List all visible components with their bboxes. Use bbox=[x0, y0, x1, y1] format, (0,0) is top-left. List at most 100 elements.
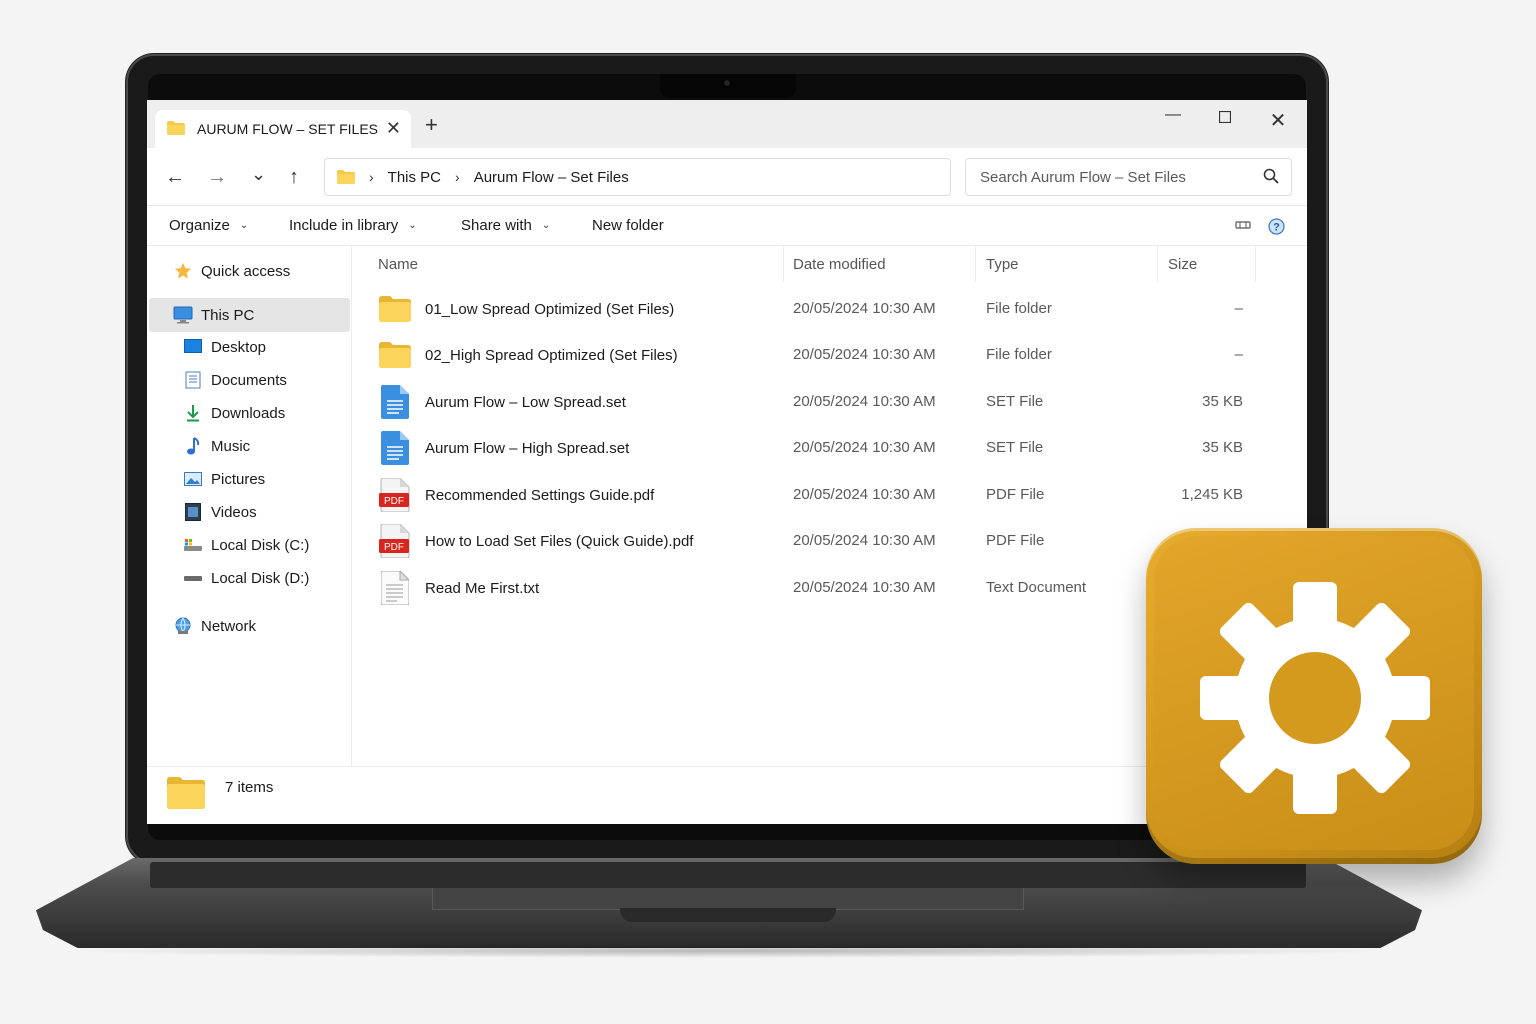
pdf-icon: PDF bbox=[379, 478, 411, 512]
folder-icon bbox=[379, 294, 411, 324]
recent-locations-button[interactable]: ⌄ bbox=[251, 164, 266, 185]
breadcrumb-current-folder[interactable]: Aurum Flow – Set Files bbox=[474, 169, 629, 186]
chevron-down-icon: ⌄ bbox=[541, 220, 551, 231]
sidebar-item-this-pc[interactable]: This PC bbox=[149, 298, 350, 332]
file-type: File folder bbox=[986, 346, 1052, 363]
file-date: 20/05/2024 10:30 AM bbox=[793, 486, 936, 503]
chevron-down-icon: ⌄ bbox=[239, 220, 249, 231]
address-bar[interactable]: › This PC › Aurum Flow – Set Files bbox=[324, 158, 951, 196]
forward-button[interactable]: → bbox=[207, 166, 227, 189]
close-window-button[interactable]: ✕ bbox=[1266, 108, 1290, 133]
column-divider[interactable] bbox=[975, 246, 976, 282]
table-row[interactable]: Aurum Flow – Low Spread.set 20/05/2024 1… bbox=[373, 379, 1283, 423]
sidebar-item-network[interactable]: Network bbox=[173, 611, 256, 641]
up-button[interactable]: ↑ bbox=[289, 166, 299, 189]
file-size: 1,245 KB bbox=[1181, 486, 1243, 503]
table-row[interactable]: Aurum Flow – High Spread.set 20/05/2024 … bbox=[373, 425, 1283, 469]
network-icon bbox=[173, 616, 193, 636]
column-divider[interactable] bbox=[1255, 246, 1256, 282]
laptop-opening-notch bbox=[620, 908, 836, 922]
minimize-button[interactable]: — bbox=[1161, 106, 1185, 124]
sidebar-item-local-disk-c[interactable]: Local Disk (C:) bbox=[183, 530, 309, 560]
table-row[interactable]: PDF How to Load Set Files (Quick Guide).… bbox=[373, 518, 1283, 562]
file-type: SET File bbox=[986, 393, 1044, 410]
sidebar-item-label: Videos bbox=[211, 503, 257, 521]
item-count: 7 items bbox=[225, 779, 274, 796]
sidebar-item-label: Documents bbox=[211, 371, 287, 389]
back-button[interactable]: ← bbox=[165, 166, 185, 189]
table-row[interactable]: 01_Low Spread Optimized (Set Files) 20/0… bbox=[373, 286, 1283, 330]
search-input[interactable] bbox=[980, 168, 1250, 186]
file-size: – bbox=[1234, 300, 1243, 317]
include-in-library-label: Include in library bbox=[289, 217, 399, 234]
file-type: SET File bbox=[986, 439, 1044, 456]
file-type: File folder bbox=[986, 300, 1052, 317]
gear-icon bbox=[1200, 582, 1430, 814]
file-name: How to Load Set Files (Quick Guide).pdf bbox=[425, 532, 694, 550]
pictures-icon bbox=[183, 469, 203, 489]
file-name-cell: PDF How to Load Set Files (Quick Guide).… bbox=[379, 524, 694, 558]
sidebar-item-local-disk-d[interactable]: Local Disk (D:) bbox=[183, 563, 309, 593]
computer-icon bbox=[173, 305, 193, 325]
chevron-down-icon: ⌄ bbox=[408, 220, 417, 231]
close-tab-icon[interactable]: ✕ bbox=[386, 118, 401, 139]
new-tab-button[interactable]: + bbox=[425, 112, 438, 138]
sidebar-item-music[interactable]: Music bbox=[183, 431, 250, 461]
file-type: PDF File bbox=[986, 532, 1045, 549]
file-date: 20/05/2024 10:30 AM bbox=[793, 300, 936, 317]
table-row[interactable]: PDF Recommended Settings Guide.pdf 20/05… bbox=[373, 472, 1283, 516]
navigation-pane: Quick access This PC Desktop Documents D… bbox=[147, 246, 352, 766]
file-date: 20/05/2024 10:30 AM bbox=[793, 579, 936, 596]
breadcrumb-this-pc[interactable]: This PC bbox=[388, 169, 441, 186]
file-size: 35 KB bbox=[1202, 439, 1243, 456]
folder-icon bbox=[379, 340, 411, 370]
column-header-name[interactable]: Name bbox=[378, 256, 418, 273]
pdf-badge: PDF bbox=[384, 542, 404, 553]
sidebar-item-desktop[interactable]: Desktop bbox=[183, 332, 266, 362]
status-bar: 7 items bbox=[147, 766, 1307, 824]
file-name: 02_High Spread Optimized (Set Files) bbox=[425, 346, 678, 364]
new-folder-button[interactable]: New folder bbox=[592, 217, 664, 234]
videos-icon bbox=[183, 502, 203, 522]
file-name: Aurum Flow – High Spread.set bbox=[425, 439, 630, 457]
sidebar-item-label: Network bbox=[201, 617, 257, 635]
tab-aurum-flow[interactable]: AURUM FLOW – SET FILES ✕ bbox=[155, 110, 411, 148]
disk-icon bbox=[183, 535, 203, 555]
search-icon[interactable] bbox=[1263, 168, 1279, 188]
include-in-library-button[interactable]: Include in library ⌄ bbox=[289, 217, 417, 234]
view-options-icon[interactable] bbox=[1235, 218, 1251, 236]
file-name-cell: PDF Recommended Settings Guide.pdf bbox=[379, 478, 654, 512]
documents-icon bbox=[183, 370, 203, 390]
column-header-size[interactable]: Size bbox=[1168, 256, 1197, 273]
sidebar-item-videos[interactable]: Videos bbox=[183, 497, 257, 527]
column-header-type[interactable]: Type bbox=[986, 256, 1019, 273]
search-box[interactable] bbox=[965, 158, 1292, 196]
folder-icon bbox=[167, 120, 185, 138]
column-header-date-modified[interactable]: Date modified bbox=[793, 256, 886, 273]
sidebar-item-pictures[interactable]: Pictures bbox=[183, 464, 265, 494]
sidebar-item-downloads[interactable]: Downloads bbox=[183, 398, 285, 428]
table-row[interactable]: 02_High Spread Optimized (Set Files) 20/… bbox=[373, 332, 1283, 376]
share-with-button[interactable]: Share with ⌄ bbox=[461, 217, 550, 234]
column-divider[interactable] bbox=[783, 246, 784, 282]
help-icon[interactable]: ? bbox=[1268, 218, 1285, 239]
title-bar: AURUM FLOW – SET FILES ✕ + — ✕ bbox=[147, 100, 1307, 148]
maximize-button[interactable] bbox=[1213, 110, 1237, 128]
desktop-icon bbox=[183, 337, 203, 357]
text-file-icon bbox=[379, 571, 411, 605]
sidebar-item-quick-access[interactable]: Quick access bbox=[173, 256, 290, 286]
column-divider[interactable] bbox=[1157, 246, 1158, 282]
file-name: 01_Low Spread Optimized (Set Files) bbox=[425, 300, 675, 318]
pdf-badge: PDF bbox=[384, 496, 404, 507]
file-size: – bbox=[1234, 346, 1243, 363]
file-name-cell: Aurum Flow – High Spread.set bbox=[379, 431, 630, 465]
laptop-shadow bbox=[60, 944, 1400, 958]
maximize-icon bbox=[1218, 110, 1232, 124]
laptop-keyboard bbox=[150, 862, 1306, 888]
organize-button[interactable]: Organize ⌄ bbox=[169, 217, 248, 234]
sidebar-item-label: Desktop bbox=[211, 338, 267, 356]
command-toolbar: Organize ⌄ Include in library ⌄ Share with… bbox=[147, 206, 1307, 246]
file-size: 35 KB bbox=[1202, 393, 1243, 410]
pdf-icon: PDF bbox=[379, 524, 411, 558]
sidebar-item-documents[interactable]: Documents bbox=[183, 365, 287, 395]
